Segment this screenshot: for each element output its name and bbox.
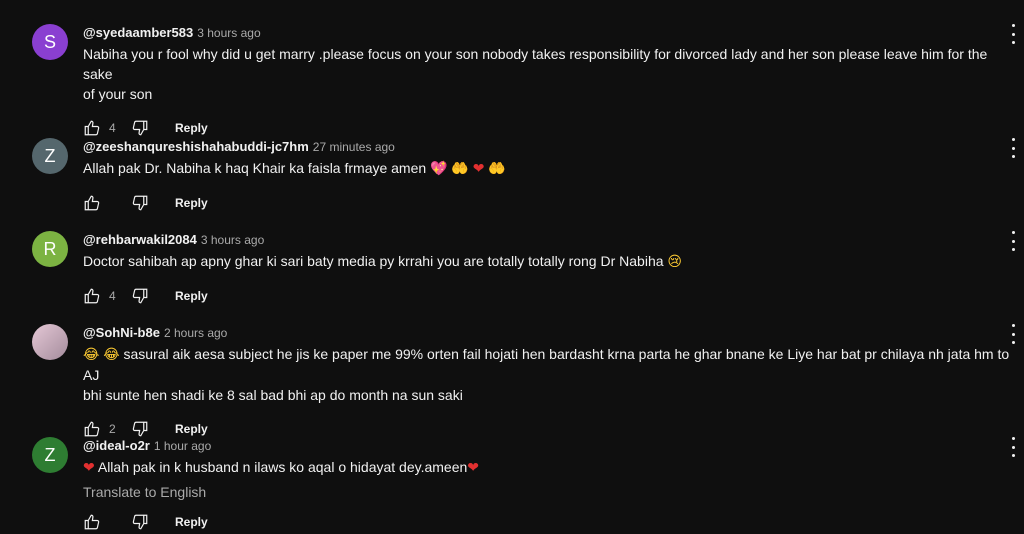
praying-hands-emoji: 🤲	[451, 161, 469, 177]
avatar-letter: S	[43, 31, 56, 52]
thumb-up-icon[interactable]	[83, 513, 101, 531]
more-vert-icon[interactable]	[1006, 324, 1020, 344]
comment-text: ❤ Allah pak in k husband n ilaws ko aqal…	[83, 457, 1018, 478]
comment-actions: 4 Reply	[83, 116, 1024, 140]
comment-item: @SohNi-b8e 2 hours ago 😂 😂 sasural aik ae…	[0, 324, 1024, 437]
thumb-up-icon[interactable]	[83, 420, 101, 438]
author-handle[interactable]: @SohNi-b8e	[83, 325, 160, 340]
comment-meta: @SohNi-b8e 2 hours ago	[83, 324, 1024, 342]
timestamp[interactable]: 3 hours ago	[197, 26, 260, 40]
comment-line: Doctor sahibah ap apny ghar ki sari baty…	[83, 253, 668, 269]
red-heart-emoji: ❤	[467, 460, 480, 476]
reply-button[interactable]: Reply	[175, 121, 208, 135]
comment-body: @SohNi-b8e 2 hours ago 😂 😂 sasural aik ae…	[83, 324, 1024, 441]
comment-meta: @zeeshanqureshishahabuddi-jc7hm 27 minute…	[83, 138, 1024, 156]
comment-line: Nabiha you r fool why did u get marry .p…	[83, 46, 988, 82]
comment-line: Allah pak Dr. Nabiha k haq Khair ka fais…	[83, 160, 431, 176]
more-vert-icon[interactable]	[1006, 231, 1020, 251]
like-count: 2	[109, 422, 116, 436]
comment-actions: Reply	[83, 510, 1024, 534]
more-vert-icon[interactable]	[1006, 138, 1020, 158]
author-handle[interactable]: @syedaamber583	[83, 25, 193, 40]
comment-text: Nabiha you r fool why did u get marry .p…	[83, 44, 1018, 104]
comment-text: Doctor sahibah ap apny ghar ki sari baty…	[83, 251, 1018, 272]
thumb-up-icon[interactable]	[83, 287, 101, 305]
more-vert-icon[interactable]	[1006, 24, 1020, 44]
tears-of-joy-emoji: 😂	[103, 347, 120, 363]
avatar-letter: Z	[44, 145, 56, 166]
comment-item: R @rehbarwakil2084 3 hours ago Doctor sah…	[0, 231, 1024, 305]
reply-button[interactable]: Reply	[175, 289, 208, 303]
thumb-down-icon[interactable]	[131, 513, 149, 531]
comment-line: 😂 😂 sasural aik aesa subject he jis ke p…	[83, 344, 1018, 385]
like-count: 4	[109, 289, 116, 303]
author-handle[interactable]: @zeeshanqureshishahabuddi-jc7hm	[83, 139, 309, 154]
comment-item: Z @zeeshanqureshishahabuddi-jc7hm 27 minu…	[0, 138, 1024, 212]
crying-face-emoji: 😢	[667, 254, 683, 270]
thumb-up-icon[interactable]	[83, 119, 101, 137]
translate-link[interactable]: Translate to English	[83, 484, 1024, 500]
sparkling-heart-emoji: 💖	[430, 161, 448, 177]
comment-meta: @rehbarwakil2084 3 hours ago	[83, 231, 1024, 249]
tears-of-joy-emoji: 😂	[83, 347, 100, 363]
author-handle[interactable]: @rehbarwakil2084	[83, 232, 197, 247]
red-heart-emoji: ❤	[83, 460, 95, 476]
avatar[interactable]: Z	[32, 437, 68, 473]
timestamp[interactable]: 3 hours ago	[201, 233, 264, 247]
thumb-down-icon[interactable]	[131, 287, 149, 305]
comment-text: 😂 😂 sasural aik aesa subject he jis ke p…	[83, 344, 1018, 405]
thumb-down-icon[interactable]	[131, 119, 149, 137]
red-heart-emoji: ❤	[472, 161, 485, 177]
comment-body: @rehbarwakil2084 3 hours ago Doctor sahib…	[83, 231, 1024, 308]
comment-body: @ideal-o2r 1 hour ago ❤ Allah pak in k hu…	[83, 437, 1024, 534]
timestamp[interactable]: 2 hours ago	[164, 326, 227, 340]
comment-meta: @syedaamber583 3 hours ago	[83, 24, 1024, 42]
comment-text: Allah pak Dr. Nabiha k haq Khair ka fais…	[83, 158, 1018, 179]
comment-line-text: sasural aik aesa subject he jis ke paper…	[83, 346, 1010, 383]
reply-button[interactable]: Reply	[175, 515, 208, 529]
like-count: 4	[109, 121, 116, 135]
thumb-down-icon[interactable]	[131, 194, 149, 212]
avatar[interactable]	[32, 324, 68, 360]
avatar[interactable]: S	[32, 24, 68, 60]
comment-line: Allah pak in k husband n ilaws ko aqal o…	[97, 459, 468, 475]
avatar-letter: R	[43, 238, 57, 259]
reply-button[interactable]: Reply	[175, 422, 208, 436]
comment-line: of your son	[83, 86, 153, 102]
comment-body: @zeeshanqureshishahabuddi-jc7hm 27 minute…	[83, 138, 1024, 215]
comment-body: @syedaamber583 3 hours ago Nabiha you r f…	[83, 24, 1024, 140]
comment-item: Z @ideal-o2r 1 hour ago ❤ Allah pak in k …	[0, 437, 1024, 531]
comment-actions: Reply	[83, 191, 1024, 215]
comment-meta: @ideal-o2r 1 hour ago	[83, 437, 1024, 455]
reply-button[interactable]: Reply	[175, 196, 208, 210]
comment-actions: 4 Reply	[83, 284, 1024, 308]
timestamp[interactable]: 27 minutes ago	[313, 140, 395, 154]
thumb-up-icon[interactable]	[83, 194, 101, 212]
avatar[interactable]: Z	[32, 138, 68, 174]
comment-item: S @syedaamber583 3 hours ago Nabiha you r…	[0, 24, 1024, 136]
avatar[interactable]: R	[32, 231, 68, 267]
praying-hands-emoji: 🤲	[488, 161, 506, 177]
more-vert-icon[interactable]	[1006, 437, 1020, 457]
thumb-down-icon[interactable]	[131, 420, 149, 438]
comment-line: bhi sunte hen shadi ke 8 sal bad bhi ap …	[83, 387, 463, 403]
timestamp[interactable]: 1 hour ago	[154, 439, 211, 453]
author-handle[interactable]: @ideal-o2r	[83, 438, 150, 453]
avatar-letter: Z	[44, 444, 56, 465]
